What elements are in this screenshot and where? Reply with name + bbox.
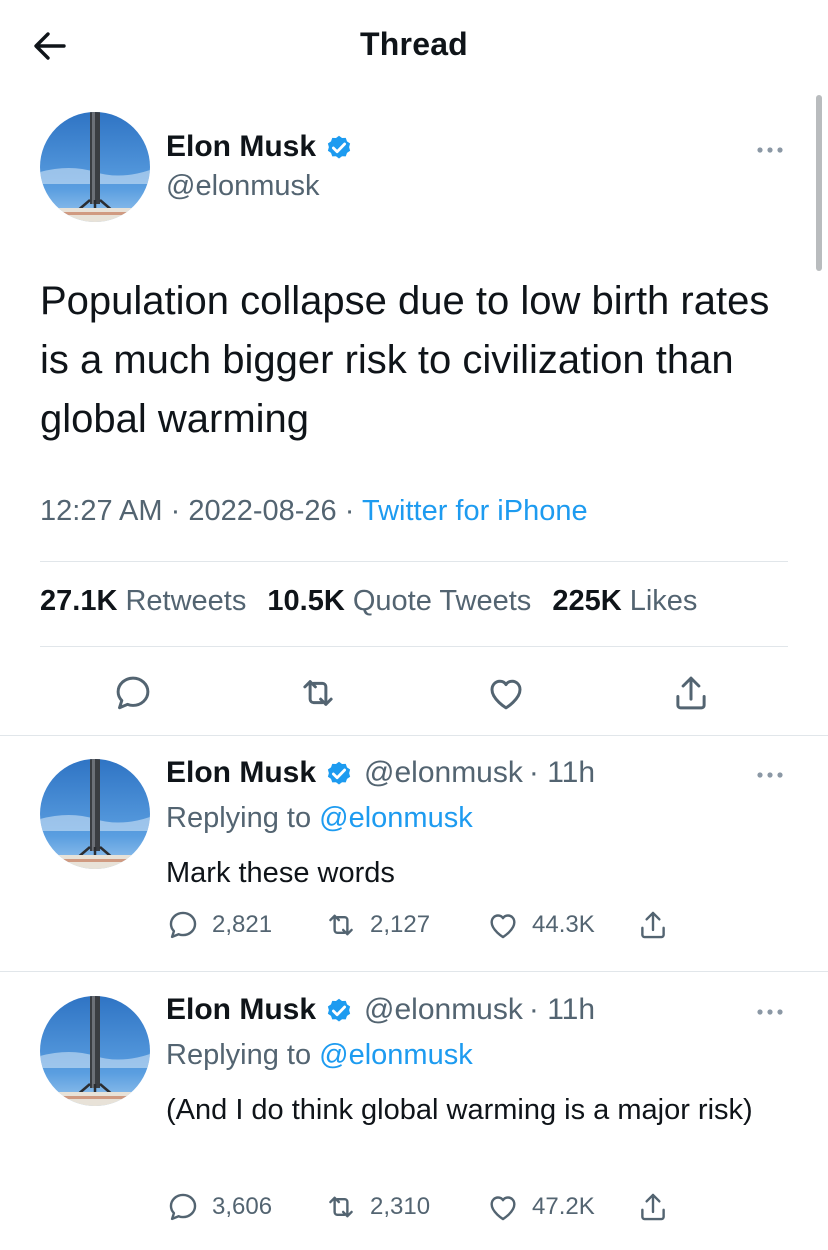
reply-age: · 11h (528, 756, 596, 789)
rocket-avatar-image (40, 996, 150, 1106)
author-name[interactable]: Elon Musk (166, 756, 316, 790)
author-name[interactable]: Elon Musk (166, 993, 316, 1027)
reply-actions: 3,606 2,310 47.2K (166, 1190, 682, 1224)
reply-action[interactable]: 3,606 (166, 1190, 324, 1224)
meta-separator: · (170, 495, 181, 527)
verified-badge-icon (327, 998, 351, 1022)
share-action[interactable] (636, 1190, 682, 1224)
share-icon (641, 1193, 665, 1221)
like-icon[interactable] (485, 672, 527, 714)
retweets-stat[interactable]: 27.1K Retweets (40, 585, 246, 617)
retweet-count: 2,310 (370, 1193, 431, 1220)
like-action[interactable]: 47.2K (486, 1190, 636, 1224)
reply-icon (169, 1193, 197, 1221)
likes-stat[interactable]: 225K Likes (552, 585, 697, 617)
page-title: Thread (360, 26, 468, 62)
reply-text: Mark these words (166, 857, 395, 889)
scrollbar[interactable] (816, 95, 822, 271)
share-icon (641, 911, 665, 939)
reply-count: 2,821 (212, 911, 273, 938)
retweet-icon[interactable] (297, 672, 339, 714)
retweet-count: 2,127 (370, 911, 431, 938)
avatar[interactable] (40, 759, 150, 869)
more-icon[interactable] (752, 140, 788, 160)
verified-badge-icon (327, 761, 351, 785)
avatar[interactable] (40, 996, 150, 1106)
retweets-count: 27.1K (40, 585, 118, 617)
reply-actions: 2,821 2,127 44.3K (166, 908, 682, 942)
rocket-avatar-image (40, 112, 150, 222)
author-handle[interactable]: @elonmusk (364, 993, 523, 1027)
author-handle[interactable]: @elonmusk (166, 170, 320, 203)
tweet-meta: 12:27 AM · 2022-08-26 · Twitter for iPho… (40, 495, 588, 528)
like-icon (490, 914, 516, 939)
quote-tweets-count: 10.5K (267, 585, 345, 617)
retweet-icon (329, 914, 353, 936)
rocket-avatar-image (40, 759, 150, 869)
retweet-action[interactable]: 2,310 (324, 1190, 486, 1224)
divider (0, 735, 828, 736)
tweet-date[interactable]: 2022-08-26 (188, 495, 336, 527)
verified-badge-icon (327, 135, 351, 159)
divider (0, 971, 828, 972)
like-icon (490, 1196, 516, 1221)
meta-separator: · (344, 495, 355, 527)
reply-count: 3,606 (212, 1193, 273, 1220)
reply-icon[interactable] (112, 672, 154, 714)
like-count: 47.2K (532, 1193, 595, 1220)
likes-count: 225K (552, 585, 622, 617)
more-icon[interactable] (752, 765, 788, 785)
like-action[interactable]: 44.3K (486, 908, 636, 942)
share-icon[interactable] (670, 672, 712, 714)
like-count: 44.3K (532, 911, 595, 938)
tweet-text: Population collapse due to low birth rat… (40, 279, 770, 441)
quote-tweets-stat[interactable]: 10.5K Quote Tweets (267, 585, 531, 617)
more-icon[interactable] (752, 1002, 788, 1022)
divider (40, 646, 788, 647)
author-name-row[interactable]: Elon Musk (166, 130, 354, 164)
share-action[interactable] (636, 908, 682, 942)
author-name[interactable]: Elon Musk (166, 130, 316, 164)
tweet-time: 12:27 AM (40, 495, 163, 527)
replying-to: Replying to @elonmusk (166, 802, 473, 835)
avatar[interactable] (40, 112, 150, 222)
retweets-label: Retweets (125, 585, 247, 617)
reply-icon (169, 911, 197, 939)
likes-label: Likes (629, 585, 698, 617)
retweet-icon (329, 1196, 353, 1218)
reply-header: Elon Musk @elonmusk · 11h (166, 756, 595, 790)
reply-age: · 11h (528, 993, 596, 1026)
replying-to: Replying to @elonmusk (166, 1039, 473, 1072)
replying-to-prefix: Replying to (166, 1039, 312, 1071)
reply-text: (And I do think global warming is a majo… (166, 1094, 753, 1126)
quote-tweets-label: Quote Tweets (352, 585, 532, 617)
replying-to-prefix: Replying to (166, 802, 312, 834)
reply-header: Elon Musk @elonmusk · 11h (166, 993, 595, 1027)
reply-action[interactable]: 2,821 (166, 908, 324, 942)
author-handle[interactable]: @elonmusk (364, 756, 523, 790)
replying-to-link[interactable]: @elonmusk (319, 802, 473, 834)
retweet-action[interactable]: 2,127 (324, 908, 486, 942)
tweet-source-link[interactable]: Twitter for iPhone (362, 495, 588, 527)
tweet-stats: 27.1K Retweets 10.5K Quote Tweets 225K L… (40, 585, 697, 618)
divider (40, 561, 788, 562)
replying-to-link[interactable]: @elonmusk (319, 1039, 473, 1071)
